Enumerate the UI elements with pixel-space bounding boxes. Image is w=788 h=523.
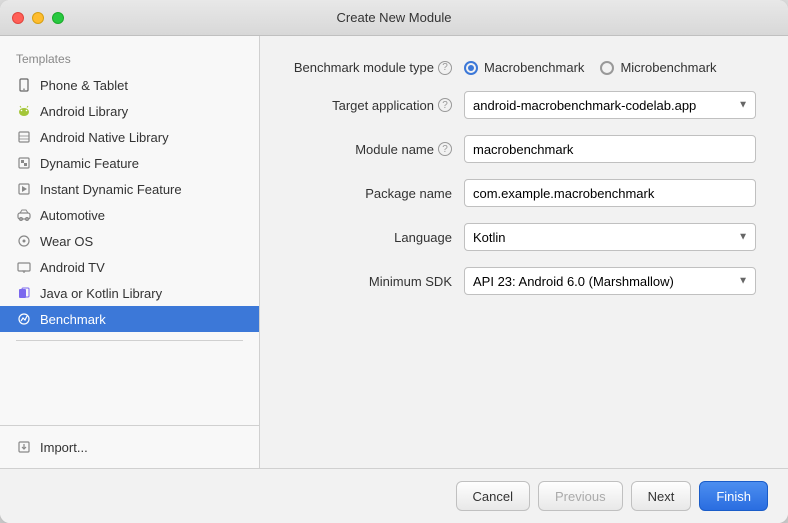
wear-os-icon <box>16 233 32 249</box>
macrobenchmark-radio[interactable] <box>464 61 478 75</box>
dialog: Create New Module Templates Phone & Tabl… <box>0 0 788 523</box>
sidebar-label: Import... <box>40 440 88 455</box>
sidebar-label: Java or Kotlin Library <box>40 286 162 301</box>
title-bar: Create New Module <box>0 0 788 36</box>
module-name-row: Module name ? <box>292 135 756 163</box>
content-area: Templates Phone & Tablet Android Library… <box>0 36 788 468</box>
language-select[interactable]: KotlinJava <box>464 223 756 251</box>
maximize-button[interactable] <box>52 12 64 24</box>
benchmark-type-help-icon[interactable]: ? <box>438 61 452 75</box>
language-select-wrapper: KotlinJava ▼ <box>464 223 756 251</box>
sidebar-label: Instant Dynamic Feature <box>40 182 182 197</box>
library-icon <box>16 285 32 301</box>
package-name-row: Package name <box>292 179 756 207</box>
target-app-control: android-macrobenchmark-codelab.app ▼ <box>464 91 756 119</box>
microbenchmark-label: Microbenchmark <box>620 60 716 75</box>
main-form: Benchmark module type ? Macrobenchmark M… <box>260 36 788 468</box>
sidebar-bottom: Import... <box>0 425 259 468</box>
package-name-input[interactable] <box>464 179 756 207</box>
dialog-title: Create New Module <box>337 10 452 25</box>
target-app-label: Target application ? <box>292 98 452 113</box>
module-name-label: Module name ? <box>292 142 452 157</box>
instant-icon <box>16 181 32 197</box>
sidebar-label: Dynamic Feature <box>40 156 139 171</box>
sidebar-label: Wear OS <box>40 234 93 249</box>
sidebar-item-android-tv[interactable]: Android TV <box>0 254 259 280</box>
target-app-select[interactable]: android-macrobenchmark-codelab.app <box>464 91 756 119</box>
benchmark-type-row: Benchmark module type ? Macrobenchmark M… <box>292 60 756 75</box>
sidebar-item-wear-os[interactable]: Wear OS <box>0 228 259 254</box>
sidebar-divider <box>16 340 243 341</box>
tv-icon <box>16 259 32 275</box>
macrobenchmark-label: Macrobenchmark <box>484 60 584 75</box>
minimum-sdk-row: Minimum SDK API 23: Android 6.0 (Marshma… <box>292 267 756 295</box>
window-controls <box>12 12 64 24</box>
package-name-label: Package name <box>292 186 452 201</box>
module-name-control <box>464 135 756 163</box>
footer: Cancel Previous Next Finish <box>0 468 788 523</box>
benchmark-type-label: Benchmark module type ? <box>292 60 452 75</box>
benchmark-icon <box>16 311 32 327</box>
macrobenchmark-option[interactable]: Macrobenchmark <box>464 60 584 75</box>
sidebar-label: Android Library <box>40 104 128 119</box>
language-row: Language KotlinJava ▼ <box>292 223 756 251</box>
target-app-select-wrapper: android-macrobenchmark-codelab.app ▼ <box>464 91 756 119</box>
sidebar-label: Phone & Tablet <box>40 78 128 93</box>
android-icon <box>16 103 32 119</box>
sidebar-header: Templates <box>0 44 259 72</box>
module-name-help-icon[interactable]: ? <box>438 142 452 156</box>
minimum-sdk-select[interactable]: API 23: Android 6.0 (Marshmallow)API 24:… <box>464 267 756 295</box>
microbenchmark-option[interactable]: Microbenchmark <box>600 60 716 75</box>
import-icon <box>16 439 32 455</box>
dynamic-icon <box>16 155 32 171</box>
automotive-icon <box>16 207 32 223</box>
sidebar-item-java-kotlin-library[interactable]: Java or Kotlin Library <box>0 280 259 306</box>
sidebar-item-dynamic-feature[interactable]: Dynamic Feature <box>0 150 259 176</box>
sidebar-label: Automotive <box>40 208 105 223</box>
minimum-sdk-select-wrapper: API 23: Android 6.0 (Marshmallow)API 24:… <box>464 267 756 295</box>
sidebar-label: Benchmark <box>40 312 106 327</box>
target-app-row: Target application ? android-macrobenchm… <box>292 91 756 119</box>
sidebar-item-phone-tablet[interactable]: Phone & Tablet <box>0 72 259 98</box>
finish-button[interactable]: Finish <box>699 481 768 511</box>
minimum-sdk-label: Minimum SDK <box>292 274 452 289</box>
target-app-help-icon[interactable]: ? <box>438 98 452 112</box>
package-name-control <box>464 179 756 207</box>
sidebar-item-instant-dynamic-feature[interactable]: Instant Dynamic Feature <box>0 176 259 202</box>
benchmark-type-radio-group: Macrobenchmark Microbenchmark <box>464 60 756 75</box>
close-button[interactable] <box>12 12 24 24</box>
language-control: KotlinJava ▼ <box>464 223 756 251</box>
sidebar-item-android-native-library[interactable]: Android Native Library <box>0 124 259 150</box>
language-label: Language <box>292 230 452 245</box>
sidebar-item-benchmark[interactable]: Benchmark <box>0 306 259 332</box>
next-button[interactable]: Next <box>631 481 692 511</box>
cancel-button[interactable]: Cancel <box>456 481 530 511</box>
minimize-button[interactable] <box>32 12 44 24</box>
minimum-sdk-control: API 23: Android 6.0 (Marshmallow)API 24:… <box>464 267 756 295</box>
sidebar-label: Android Native Library <box>40 130 169 145</box>
phone-icon <box>16 77 32 93</box>
sidebar-label: Android TV <box>40 260 105 275</box>
previous-button[interactable]: Previous <box>538 481 623 511</box>
sidebar-item-import[interactable]: Import... <box>0 434 259 460</box>
native-icon <box>16 129 32 145</box>
sidebar-item-automotive[interactable]: Automotive <box>0 202 259 228</box>
module-name-input[interactable] <box>464 135 756 163</box>
sidebar-item-android-library[interactable]: Android Library <box>0 98 259 124</box>
sidebar: Templates Phone & Tablet Android Library… <box>0 36 260 468</box>
microbenchmark-radio[interactable] <box>600 61 614 75</box>
